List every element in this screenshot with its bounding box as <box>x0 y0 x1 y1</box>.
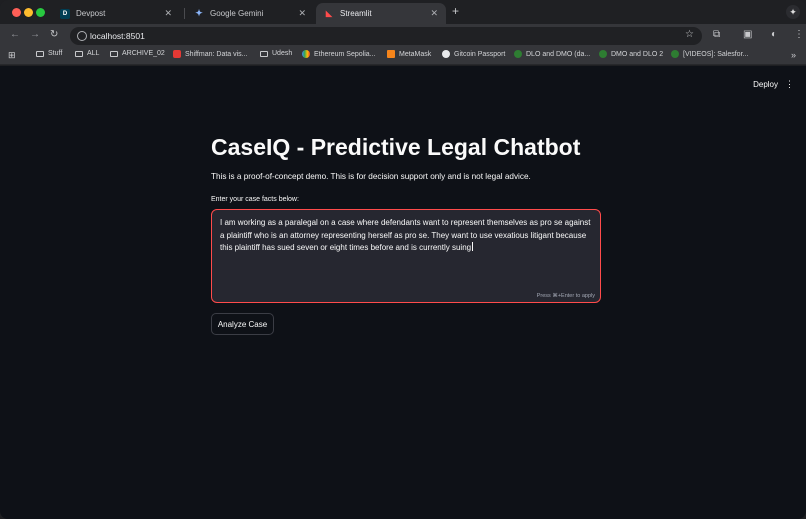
close-window-button[interactable] <box>12 8 21 17</box>
bookmark-label: [VIDEOS]: Salesfor... <box>683 50 749 58</box>
bookmark-dmo-dlo-2[interactable]: DMO and DLO 2 <box>599 50 663 58</box>
metamask-icon <box>387 50 395 58</box>
case-facts-value[interactable]: I am working as a paralegal on a case wh… <box>220 217 596 255</box>
bookmark-all[interactable]: ALL <box>75 50 99 57</box>
bookmark-label: Gitcoin Passport <box>454 50 506 58</box>
case-facts-textarea[interactable]: I am working as a paralegal on a case wh… <box>211 209 601 303</box>
bookmark-label: DLO and DMO (da... <box>526 50 591 58</box>
case-facts-text[interactable]: I am working as a paralegal on a case wh… <box>220 218 590 252</box>
bookmark-label: ALL <box>87 50 100 57</box>
bookmark-dlo-dmo[interactable]: DLO and DMO (da... <box>514 50 590 58</box>
extensions-icon[interactable]: ⧉ <box>713 29 720 40</box>
browser-window: D Devpost ✕ ✦ Google Gemini ✕ ◣ Streamli… <box>0 0 806 519</box>
reload-icon[interactable]: ↻ <box>50 29 58 40</box>
bookmark-videos-salesforce[interactable]: [VIDEOS]: Salesfor... <box>671 50 748 58</box>
tab-strip: D Devpost ✕ ✦ Google Gemini ✕ ◣ Streamli… <box>0 0 806 24</box>
back-icon[interactable]: ← <box>10 29 20 40</box>
browser-toolbar: ← → ↻ localhost:8501 ☆ ⧉ ▣ ◐ ⋮ <box>0 24 806 47</box>
bookmarks-bar: ⊞ Stuff ALL ARCHIVE_02 Shiffman: Data vi… <box>0 47 806 65</box>
bookmark-label: Shiffman: Data vis... <box>185 50 248 58</box>
analyze-case-button[interactable]: Analyze Case <box>211 313 274 335</box>
youtube-icon <box>173 50 181 58</box>
bookmark-star-icon[interactable]: ☆ <box>685 29 694 40</box>
bookmark-label: Stuff <box>48 50 63 57</box>
bookmark-shiffman[interactable]: Shiffman: Data vis... <box>173 50 248 58</box>
gemini-icon: ✦ <box>195 8 203 18</box>
bookmark-stuff[interactable]: Stuff <box>36 50 62 57</box>
apps-grid-icon[interactable]: ⊞ <box>8 50 16 61</box>
bookmark-udesh[interactable]: Udesh <box>260 50 292 57</box>
tab-google-gemini[interactable]: ✦ Google Gemini ✕ <box>186 3 314 24</box>
text-caret <box>472 242 474 251</box>
bookmark-archive[interactable]: ARCHIVE_02 <box>110 50 165 57</box>
devpost-icon: D <box>60 8 70 19</box>
app-menu-icon[interactable]: ⋮ <box>785 79 794 90</box>
tab-devpost[interactable]: D Devpost ✕ <box>52 3 180 24</box>
bookmark-metamask[interactable]: MetaMask <box>387 50 431 58</box>
submit-hint: Press ⌘+Enter to apply <box>536 293 595 299</box>
site-icon <box>599 50 607 58</box>
tab-label: Google Gemini <box>210 9 264 18</box>
folder-icon <box>260 50 268 57</box>
bookmark-label: MetaMask <box>399 50 432 58</box>
tab-separator <box>184 8 185 19</box>
folder-icon <box>75 50 83 57</box>
streamlit-app: Deploy ⋮ CaseIQ - Predictive Legal Chatb… <box>0 66 806 519</box>
bookmark-label: ARCHIVE_02 <box>122 50 165 57</box>
tab-streamlit[interactable]: ◣ Streamlit ✕ <box>316 3 446 24</box>
tab-label: Streamlit <box>340 9 372 18</box>
site-info-icon[interactable] <box>77 31 87 41</box>
minimize-window-button[interactable] <box>24 8 33 17</box>
maximize-window-button[interactable] <box>36 8 45 17</box>
menu-kebab-icon[interactable]: ⋮ <box>794 29 804 40</box>
profile-avatar-icon[interactable]: ◐ <box>771 29 777 40</box>
gitcoin-icon <box>442 50 450 58</box>
close-tab-icon[interactable]: ✕ <box>430 8 438 19</box>
tab-label: Devpost <box>76 9 106 18</box>
bookmark-label: DMO and DLO 2 <box>611 50 664 58</box>
disclaimer-text: This is a proof-of-concept demo. This is… <box>211 172 531 181</box>
folder-icon <box>36 50 44 57</box>
bookmark-label: Udesh <box>272 50 293 57</box>
bookmark-gitcoin[interactable]: Gitcoin Passport <box>442 50 505 58</box>
side-panel-icon[interactable]: ▣ <box>743 29 752 40</box>
case-facts-label: Enter your case facts below: <box>211 196 299 203</box>
gemini-extension-icon[interactable]: ✦ <box>786 5 800 19</box>
more-bookmarks-icon[interactable]: » <box>791 50 796 60</box>
folder-icon <box>110 50 118 57</box>
site-icon <box>671 50 679 58</box>
bookmark-label: Ethereum Sepolia... <box>314 50 376 58</box>
google-cloud-icon <box>302 50 310 58</box>
close-tab-icon[interactable]: ✕ <box>164 8 172 19</box>
page-title: CaseIQ - Predictive Legal Chatbot <box>211 134 581 160</box>
address-bar[interactable]: localhost:8501 ☆ <box>70 27 702 45</box>
forward-icon[interactable]: → <box>30 29 40 40</box>
site-icon <box>514 50 522 58</box>
url-text[interactable]: localhost:8501 <box>90 31 145 41</box>
bookmark-ethereum-sepolia[interactable]: Ethereum Sepolia... <box>302 50 375 58</box>
close-tab-icon[interactable]: ✕ <box>298 8 306 19</box>
new-tab-icon[interactable]: + <box>452 4 459 18</box>
streamlit-icon: ◣ <box>325 9 333 18</box>
deploy-button[interactable]: Deploy <box>753 80 778 89</box>
